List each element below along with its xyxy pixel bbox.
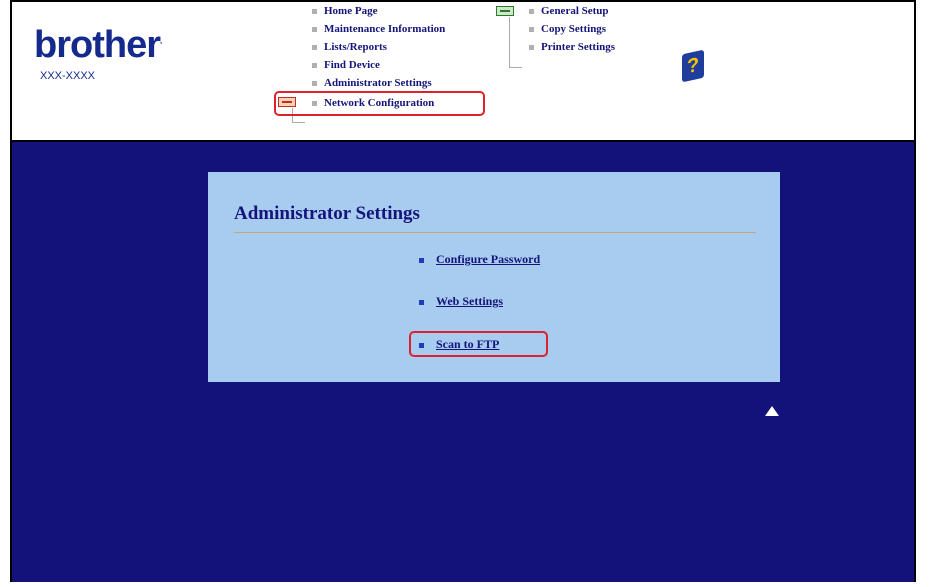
key-icon bbox=[496, 6, 514, 16]
model-number: XXX-XXXX bbox=[40, 70, 96, 82]
nav-item-printer-settings[interactable]: Printer Settings bbox=[529, 41, 615, 53]
help-icon[interactable]: ? bbox=[682, 49, 704, 83]
nav-item-general-setup[interactable]: General Setup bbox=[529, 5, 609, 17]
configure-password-link[interactable]: Configure Password bbox=[419, 252, 540, 267]
nav-item-maintenance-information[interactable]: Maintenance Information bbox=[312, 23, 445, 35]
bullet-icon bbox=[312, 44, 317, 50]
bullet-icon bbox=[529, 44, 534, 50]
web-settings-link[interactable]: Web Settings bbox=[419, 294, 503, 309]
back-to-top-arrow-icon[interactable] bbox=[765, 406, 779, 416]
bullet-icon bbox=[312, 62, 317, 68]
nav-item-administrator-settings[interactable]: Administrator Settings bbox=[312, 77, 432, 89]
bullet-icon bbox=[312, 80, 317, 86]
bullet-icon bbox=[312, 8, 317, 14]
page-title: Administrator Settings bbox=[234, 203, 420, 224]
nav-item-label: Printer Settings bbox=[541, 41, 616, 53]
page-frame: brother. XXX-XXXX Home Page Maintenance … bbox=[10, 0, 916, 582]
nav-item-label: General Setup bbox=[541, 5, 609, 17]
nav-item-label: Home Page bbox=[324, 5, 378, 17]
tree-connector bbox=[509, 17, 522, 68]
title-divider bbox=[234, 232, 756, 233]
main-content: Administrator Settings Configure Passwor… bbox=[12, 142, 914, 582]
brand-logo-text: brother bbox=[34, 24, 161, 66]
nav-item-label: Lists/Reports bbox=[324, 41, 387, 53]
header: brother. XXX-XXXX Home Page Maintenance … bbox=[12, 2, 914, 142]
settings-panel: Administrator Settings Configure Passwor… bbox=[208, 172, 780, 382]
bullet-icon bbox=[419, 299, 424, 305]
nav-item-find-device[interactable]: Find Device bbox=[312, 59, 380, 71]
scan-to-ftp-highlight bbox=[409, 331, 548, 357]
bullet-icon bbox=[529, 8, 534, 14]
brand-logo-mark: . bbox=[160, 35, 162, 46]
administrator-settings-highlight bbox=[274, 91, 485, 116]
nav-item-home-page[interactable]: Home Page bbox=[312, 5, 377, 17]
nav-item-label: Maintenance Information bbox=[324, 23, 446, 35]
brand-logo: brother. bbox=[34, 24, 162, 67]
bullet-icon bbox=[529, 26, 534, 32]
nav-item-label: Copy Settings bbox=[541, 23, 607, 35]
bullet-icon bbox=[312, 26, 317, 32]
link-label: Configure Password bbox=[436, 252, 541, 266]
bullet-icon bbox=[419, 257, 424, 263]
nav-item-label: Administrator Settings bbox=[324, 77, 432, 89]
nav-item-lists-reports[interactable]: Lists/Reports bbox=[312, 41, 387, 53]
nav-item-copy-settings[interactable]: Copy Settings bbox=[529, 23, 606, 35]
link-label: Web Settings bbox=[436, 294, 504, 308]
nav-item-label: Find Device bbox=[324, 59, 380, 71]
